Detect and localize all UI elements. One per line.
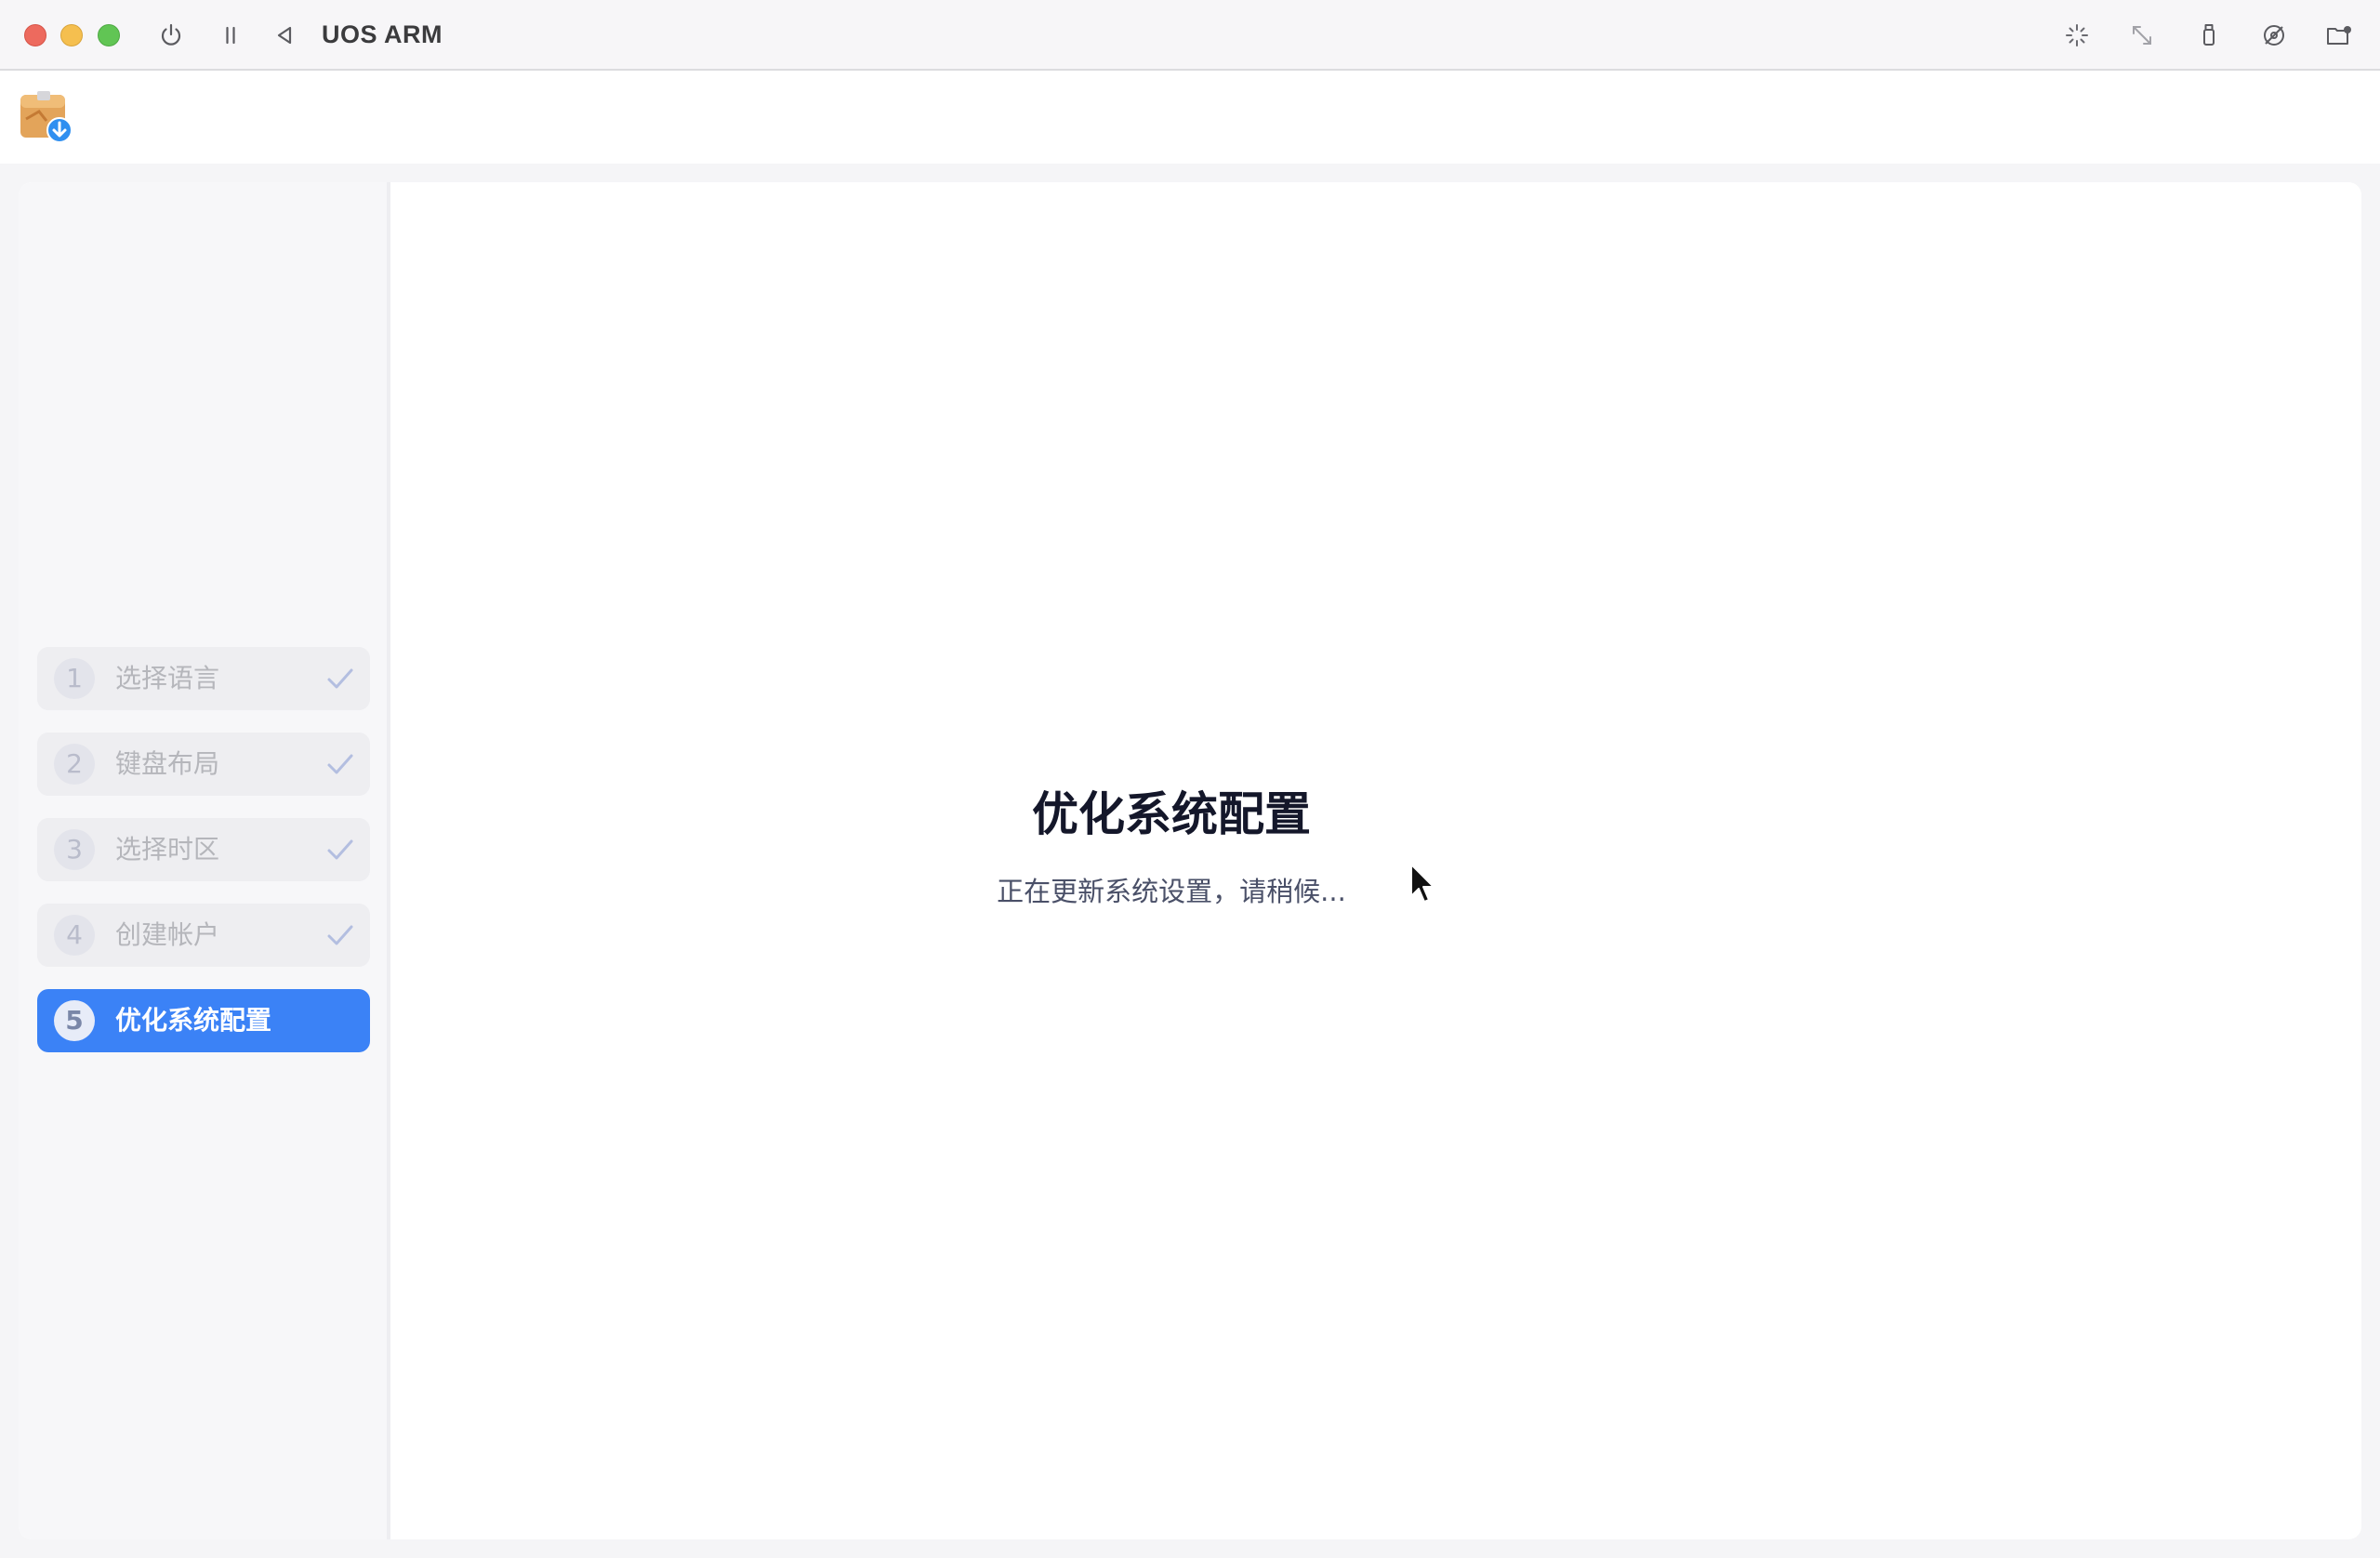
page-title: 优化系统配置: [1032, 787, 1311, 841]
step-label: 创建帐户: [115, 919, 220, 950]
pause-icon[interactable]: [214, 19, 247, 52]
back-icon[interactable]: [268, 19, 301, 52]
resize-icon[interactable]: [2125, 19, 2159, 52]
step-number: 3: [54, 829, 95, 870]
vm-titlebar: UOS ARM: [0, 0, 2380, 71]
status-message: 正在更新系统设置，请稍候...: [997, 876, 1346, 907]
shared-folder-icon[interactable]: [2322, 19, 2356, 52]
main-panel: 优化系统配置 正在更新系统设置，请稍候...: [390, 182, 2361, 1539]
snapshot-icon[interactable]: [2060, 19, 2094, 52]
step-label: 优化系统配置: [115, 1005, 272, 1036]
step-keyboard-layout[interactable]: 2 键盘布局: [37, 733, 370, 796]
vm-window: UOS ARM 1 选择语言 2 键盘布局 3 选择时区 4 创建帐户 5 优化…: [0, 0, 2380, 1558]
installer-content: 1 选择语言 2 键盘布局 3 选择时区 4 创建帐户 5 优化系统配置 优化系…: [19, 182, 2361, 1539]
power-icon[interactable]: [154, 19, 188, 52]
step-create-account[interactable]: 4 创建帐户: [37, 904, 370, 967]
close-window-button[interactable]: [24, 24, 46, 46]
step-select-language[interactable]: 1 选择语言: [37, 647, 370, 710]
installer-package-icon: [19, 89, 74, 145]
step-label: 选择时区: [115, 834, 220, 865]
step-select-timezone[interactable]: 3 选择时区: [37, 818, 370, 881]
mouse-cursor-icon: [1410, 864, 1435, 903]
step-number: 1: [54, 658, 95, 699]
minimize-window-button[interactable]: [60, 24, 83, 46]
step-number: 5: [54, 1000, 95, 1041]
disc-icon[interactable]: [2257, 19, 2291, 52]
vm-title: UOS ARM: [322, 20, 443, 48]
check-icon: [327, 754, 353, 774]
check-icon: [327, 839, 353, 860]
step-label: 选择语言: [115, 663, 220, 693]
steps-list: 1 选择语言 2 键盘布局 3 选择时区 4 创建帐户 5 优化系统配置: [37, 647, 370, 1075]
step-optimize-system[interactable]: 5 优化系统配置: [37, 989, 370, 1052]
check-icon: [327, 668, 353, 689]
installer-header: [0, 71, 2380, 164]
steps-sidebar: 1 选择语言 2 键盘布局 3 选择时区 4 创建帐户 5 优化系统配置: [19, 182, 390, 1539]
step-number: 4: [54, 915, 95, 956]
step-number: 2: [54, 744, 95, 785]
zoom-window-button[interactable]: [98, 24, 120, 46]
step-label: 键盘布局: [115, 748, 220, 779]
usb-icon[interactable]: [2192, 19, 2226, 52]
check-icon: [327, 925, 353, 945]
